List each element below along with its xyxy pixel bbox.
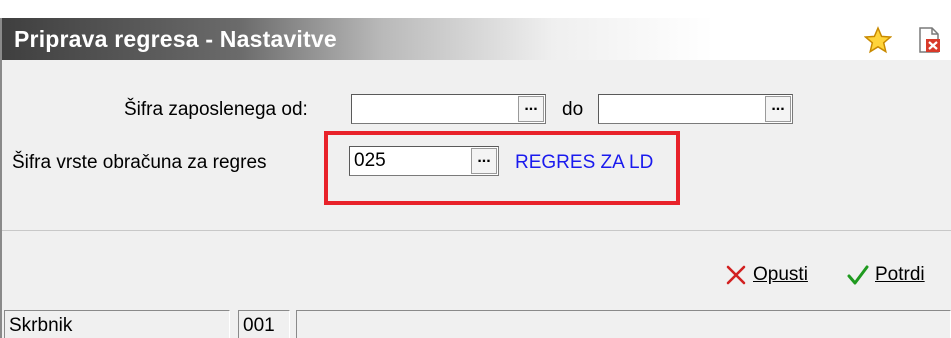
checkmark-icon — [847, 265, 869, 285]
cancel-button-label: Opusti — [753, 264, 808, 285]
status-bar: Skrbnik 001 — [2, 306, 951, 338]
cancel-x-icon — [726, 265, 746, 285]
employee-code-from-label: Šifra zaposlenega od: — [124, 99, 308, 120]
status-code-panel: 001 — [238, 310, 290, 338]
to-label: do — [562, 99, 584, 120]
window-title: Priprava regresa - Nastavitve — [14, 26, 337, 52]
employee-code-from-field[interactable]: ... — [351, 94, 546, 124]
status-message-panel — [296, 310, 951, 338]
calculation-type-label: Šifra vrste obračuna za regres — [12, 152, 267, 173]
separator — [2, 230, 951, 231]
cancel-button[interactable]: Opusti — [725, 261, 808, 289]
title-bar: Priprava regresa - Nastavitve — [2, 18, 951, 60]
employee-code-to-browse-button[interactable]: ... — [765, 96, 791, 122]
highlight-box — [324, 131, 680, 205]
confirm-button[interactable]: Potrdi — [847, 261, 925, 289]
employee-code-to-field[interactable]: ... — [598, 94, 793, 124]
settings-dialog: Priprava regresa - Nastavitve Šifra zapo… — [0, 18, 951, 338]
employee-code-from-browse-button[interactable]: ... — [518, 96, 544, 122]
close-document-icon[interactable] — [915, 26, 943, 54]
star-icon[interactable] — [864, 26, 892, 54]
confirm-button-label: Potrdi — [875, 264, 925, 285]
status-user-panel: Skrbnik — [4, 310, 230, 338]
